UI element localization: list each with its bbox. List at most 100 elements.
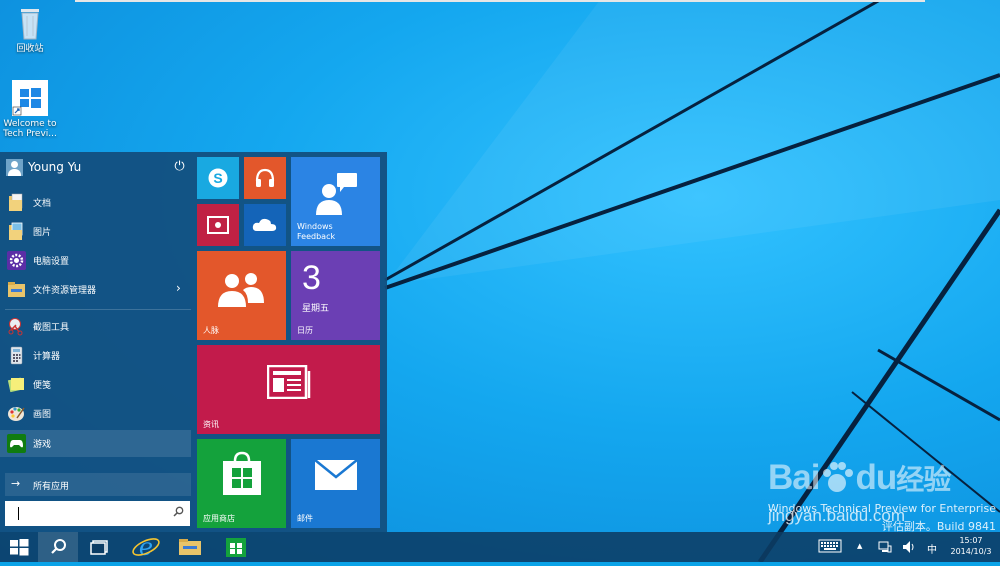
menu-item-label: 电脑设置 [33, 257, 70, 267]
baidu-logo-text: Bai [768, 458, 820, 497]
user-avatar-icon [6, 159, 23, 176]
tile-label: 资讯 [203, 420, 219, 429]
menu-item-documents[interactable]: 文档 [0, 189, 191, 216]
menu-item-paint[interactable]: 画图 [0, 400, 191, 427]
internet-explorer-icon: e [132, 533, 160, 561]
ime-indicator[interactable]: 中 [927, 541, 937, 556]
shopping-bag-icon [221, 451, 263, 501]
feedback-label-line2: Feedback [297, 232, 336, 241]
feedback-person-icon [313, 171, 359, 221]
people-icon [217, 271, 265, 311]
search-box[interactable] [5, 501, 190, 526]
chevron-right-icon[interactable]: › [176, 281, 181, 295]
tile-onedrive[interactable] [244, 204, 286, 246]
menu-item-label: 便笺 [33, 381, 52, 391]
clock-time: 15:07 [959, 536, 983, 545]
taskbar-store[interactable] [214, 532, 258, 562]
volume-icon[interactable] [902, 540, 916, 557]
calendar-weekday: 星期五 [302, 304, 330, 314]
envelope-icon [314, 459, 358, 495]
tile-label: 人脉 [203, 326, 219, 335]
search-input[interactable] [9, 504, 164, 521]
taskbar-file-explorer[interactable] [168, 532, 212, 562]
cloud-icon [251, 215, 279, 239]
menu-item-pictures[interactable]: 图片 [0, 218, 191, 245]
menu-item-snipping-tool[interactable]: 截图工具 [0, 313, 191, 340]
tile-video[interactable] [197, 204, 239, 246]
scissors-icon [7, 317, 26, 336]
file-explorer-icon [7, 280, 26, 299]
menu-item-file-explorer[interactable]: 文件资源管理器 › [0, 276, 191, 303]
user-account-button[interactable]: Young Yu [0, 152, 191, 182]
tile-news[interactable]: 资讯 [197, 345, 380, 434]
menu-item-label: 截图工具 [33, 323, 70, 333]
welcome-label-line1: Welcome to [3, 119, 57, 129]
gamepad-icon [7, 434, 26, 453]
menu-item-label: 计算器 [33, 352, 61, 362]
menu-item-label: 文件资源管理器 [33, 286, 97, 296]
baidu-watermark: Bai du经验 jingyan.baidu.com [768, 458, 951, 525]
baidu-logo-jingyan: 经验 [896, 464, 951, 495]
user-name: Young Yu [28, 160, 82, 174]
pictures-folder-icon [7, 222, 26, 241]
all-apps-label: 所有应用 [33, 482, 70, 492]
calendar-day: 3 [302, 259, 321, 297]
menu-item-label: 文档 [33, 199, 52, 209]
headphones-icon [253, 166, 277, 194]
start-button[interactable] [0, 532, 38, 562]
feedback-label-line1: Windows [297, 222, 333, 231]
folder-icon [179, 539, 201, 555]
menu-item-calculator[interactable]: 计算器 [0, 342, 191, 369]
task-view-button[interactable] [80, 532, 120, 562]
tile-label: Windows Feedback [297, 222, 335, 242]
menu-item-sticky-notes[interactable]: 便笺 [0, 371, 191, 398]
tile-label: 邮件 [297, 514, 313, 523]
tile-people[interactable]: 人脉 [197, 251, 286, 340]
touch-keyboard-button[interactable] [818, 539, 844, 555]
start-menu: Young Yu ⏻ 文档 图片 电脑设置 文件资源管理器 › 截图工具 计算器… [0, 152, 387, 532]
clock[interactable]: 15:07 2014/10/3 [944, 535, 998, 557]
power-icon[interactable]: ⏻ [172, 159, 187, 174]
show-hidden-icons-button[interactable]: ▲ [857, 542, 862, 550]
task-view-icon [90, 540, 108, 555]
recycle-bin-shortcut[interactable]: 回收站 [0, 5, 60, 54]
taskbar: e ▲ 中 15:07 2014/10/3 [0, 532, 1000, 562]
paint-palette-icon [7, 404, 26, 423]
welcome-label-line2: Tech Previ... [3, 129, 57, 139]
menu-item-pc-settings[interactable]: 电脑设置 [0, 247, 191, 274]
menu-item-label: 画图 [33, 410, 52, 420]
taskbar-internet-explorer[interactable]: e [124, 532, 168, 562]
sticky-notes-icon [7, 375, 26, 394]
skype-icon: S [206, 166, 230, 194]
tile-skype[interactable]: S [197, 157, 239, 199]
start-menu-left-column: Young Yu ⏻ 文档 图片 电脑设置 文件资源管理器 › 截图工具 计算器… [0, 152, 191, 532]
tile-calendar[interactable]: 3 星期五 日历 [291, 251, 380, 340]
baidu-logo-text-2: du [855, 458, 897, 497]
tile-windows-feedback[interactable]: Windows Feedback [291, 157, 380, 246]
store-icon [226, 538, 246, 557]
menu-divider [5, 309, 191, 310]
build-info-line1: Windows Technical Preview for Enterprise [767, 502, 996, 515]
news-icon [266, 364, 311, 403]
tile-label: 日历 [297, 326, 313, 335]
windows-logo-icon [12, 80, 48, 116]
gear-icon [7, 251, 26, 270]
tile-label: 应用商店 [203, 514, 235, 523]
taskbar-search-button[interactable] [38, 532, 78, 562]
search-icon[interactable] [173, 506, 184, 520]
tile-music[interactable] [244, 157, 286, 199]
menu-item-label: 图片 [33, 228, 52, 238]
all-apps-button[interactable]: → 所有应用 [5, 473, 191, 496]
tile-mail[interactable]: 邮件 [291, 439, 380, 528]
paw-icon [819, 461, 855, 495]
menu-item-games[interactable]: 游戏 [0, 430, 191, 457]
window-edge [75, 0, 925, 2]
welcome-shortcut[interactable]: Welcome to Tech Previ... [0, 80, 60, 139]
tile-store[interactable]: 应用商店 [197, 439, 286, 528]
menu-item-label: 游戏 [33, 440, 52, 450]
recycle-bin-label: 回收站 [16, 44, 44, 54]
arrow-right-icon: → [11, 477, 21, 490]
network-icon[interactable] [878, 540, 892, 557]
svg-text:S: S [213, 170, 222, 186]
calculator-icon [7, 346, 26, 365]
